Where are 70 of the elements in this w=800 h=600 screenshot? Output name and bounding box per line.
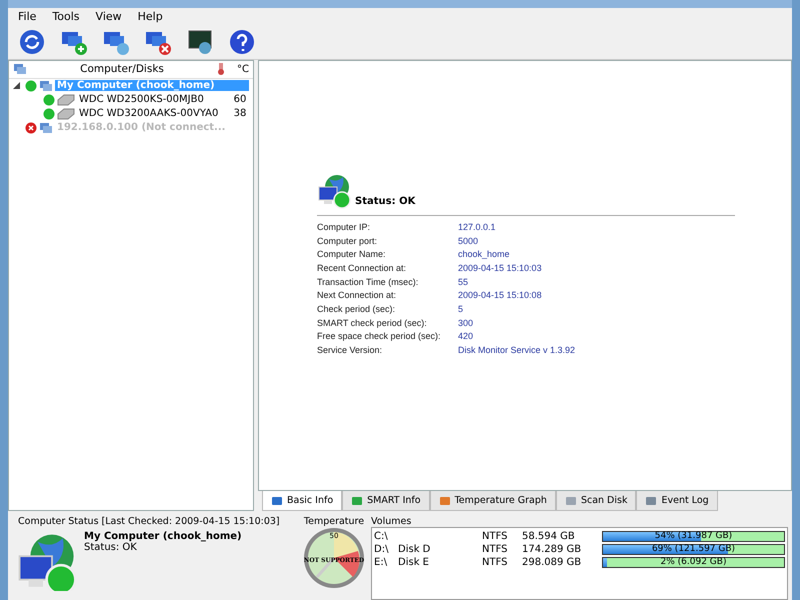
tree-item[interactable]: WDC WD3200AAKS-00VYA0: [77, 108, 229, 120]
volume-size: 58.594 GB: [522, 531, 576, 542]
column-header[interactable]: Computer/Disks: [31, 63, 213, 76]
temperature-value: 38: [232, 108, 248, 120]
volume-label: Disk D: [398, 544, 432, 556]
info-label: Computer Name:: [317, 249, 387, 262]
info-label: Next Connection at:: [317, 290, 398, 302]
computer-name: My Computer (chook_home): [84, 531, 242, 542]
info-value: Disk Monitor Service v 1.3.92: [458, 345, 576, 358]
volume-drive: D:\: [374, 544, 390, 556]
info-label: Transaction Time (msec):: [317, 276, 420, 289]
expanded-triangle-icon[interactable]: [13, 82, 20, 90]
tab[interactable]: SMART Info: [342, 491, 430, 512]
computer-icon: [13, 63, 27, 76]
section-title: Volumes: [371, 516, 412, 528]
info-label: Check period (sec):: [317, 304, 396, 316]
info-label: Computer port:: [317, 236, 378, 248]
usage-text: 54% (31.987 GB): [654, 532, 734, 542]
info-label: Free space check period (sec):: [317, 331, 442, 344]
temperature-value: 60: [232, 94, 248, 106]
menu-item[interactable]: Help: [132, 10, 169, 24]
hard-drive-icon: [57, 94, 75, 106]
tab-icon: [438, 496, 451, 506]
info-value: 55: [458, 276, 468, 289]
info-value: 420: [458, 331, 474, 344]
computer-icon: [39, 122, 53, 134]
volume-size: 298.089 GB: [522, 557, 582, 568]
info-value: chook_home: [458, 249, 510, 262]
status-text: Status: OK: [84, 542, 137, 554]
volume-drive: C:\: [374, 531, 389, 542]
menu-item[interactable]: Tools: [46, 10, 86, 24]
info-value: 5: [458, 304, 464, 316]
volume-drive: E:\: [374, 557, 388, 568]
menu-item[interactable]: File: [12, 10, 42, 24]
info-label: Service Version:: [317, 345, 384, 358]
tab-icon: [645, 496, 658, 506]
tab-icon: [351, 496, 364, 506]
tab-icon: [564, 496, 577, 506]
refresh-icon[interactable]: [18, 28, 46, 56]
tab[interactable]: Temperature Graph: [430, 491, 556, 512]
info-value: 300: [458, 318, 474, 330]
info-value: 127.0.0.1: [458, 222, 496, 234]
hard-drive-icon: [57, 108, 75, 120]
usage-text: 2% (6.092 GB): [660, 558, 728, 568]
info-label: SMART check period (sec):: [317, 318, 428, 330]
computer-icon: [39, 80, 53, 92]
column-header[interactable]: °C: [229, 64, 249, 75]
tab[interactable]: Scan Disk: [556, 491, 636, 512]
tab-icon: [271, 496, 283, 506]
globe-computer-icon: [317, 172, 351, 209]
help-icon[interactable]: [228, 28, 256, 56]
info-label: Computer IP:: [317, 222, 372, 234]
menu-item[interactable]: View: [90, 10, 128, 24]
info-value: 2009-04-15 15:10:03: [458, 262, 542, 275]
tab[interactable]: Event Log: [636, 491, 718, 512]
info-value: 2009-04-15 15:10:08: [458, 290, 542, 302]
info-label: Recent Connection at:: [317, 262, 408, 275]
tab[interactable]: Basic Info: [262, 491, 342, 512]
volume-size: 174.289 GB: [522, 544, 582, 556]
section-title: Temperature: [304, 516, 364, 528]
volume-filesystem: NTFS: [482, 557, 509, 568]
volume-filesystem: NTFS: [482, 531, 509, 542]
status-text: Status: OK: [355, 196, 416, 209]
usage-text: 69% (121.597 GB): [650, 545, 736, 554]
tree-item[interactable]: WDC WD2500KS-00MJB0: [77, 94, 229, 106]
info-value: 5000: [458, 236, 478, 248]
section-title: Computer Status [Last Checked: 2009-04-15 15:10:03]: [17, 516, 281, 528]
thermometer-icon: [217, 63, 225, 76]
volume-filesystem: NTFS: [482, 544, 509, 556]
volume-label: Disk E: [398, 557, 430, 568]
